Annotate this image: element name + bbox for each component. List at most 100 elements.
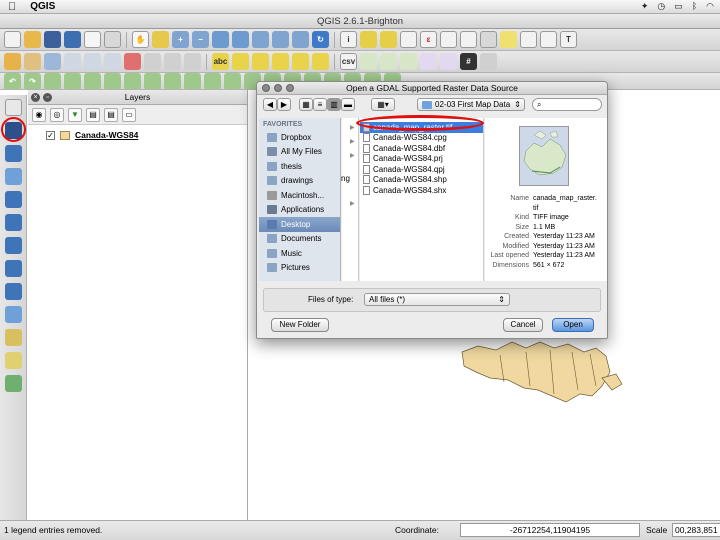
new-spatialite-layer-icon[interactable] (5, 352, 22, 369)
close-panel-icon[interactable]: × (31, 93, 40, 102)
cancel-button[interactable]: Cancel (503, 318, 543, 332)
move-label-icon[interactable] (272, 53, 289, 70)
copy-features-icon[interactable] (164, 53, 181, 70)
graphical-modeler-icon[interactable] (380, 53, 397, 70)
deselect-icon[interactable] (400, 31, 417, 48)
field-calculator-icon[interactable]: ε (420, 31, 437, 48)
sidebar-item[interactable]: All My Files (259, 145, 340, 160)
grid-plugin-icon[interactable]: # (460, 53, 477, 70)
processing-toolbox-icon[interactable] (360, 53, 377, 70)
sidebar-item[interactable]: Music (259, 246, 340, 261)
list-view-button[interactable]: ≡ (313, 98, 327, 111)
new-shapefile-layer-icon[interactable] (5, 329, 22, 346)
add-oracle-layer-icon[interactable] (5, 214, 22, 231)
file-type-select[interactable]: All files (*) ⇕ (364, 293, 510, 306)
add-delimited-text-icon[interactable]: csv (340, 53, 357, 70)
show-bookmarks-icon[interactable] (540, 31, 557, 48)
coordinate-field[interactable]: -26712254,11904195 (460, 523, 640, 537)
settings-icon[interactable] (480, 53, 497, 70)
delete-ring-icon[interactable] (124, 73, 141, 89)
add-spatialite-layer-icon[interactable] (5, 168, 22, 185)
save-as-icon[interactable] (64, 31, 81, 48)
open-project-icon[interactable] (24, 31, 41, 48)
layer-item[interactable]: ✓ Canada-WGS84 (46, 130, 138, 140)
add-wms-layer-icon[interactable] (5, 237, 22, 254)
add-mssql-layer-icon[interactable] (5, 191, 22, 208)
wifi-status-icon[interactable]: ◠ (706, 1, 714, 12)
truncated-folder-name[interactable]: ng (341, 174, 350, 183)
clock-status-icon[interactable]: ◷ (657, 1, 665, 12)
column-view-button[interactable]: ▥ (327, 98, 341, 111)
zoom-full-icon[interactable] (212, 31, 229, 48)
identify-icon[interactable]: i (340, 31, 357, 48)
add-wcs-layer-icon[interactable] (5, 260, 22, 277)
float-panel-icon[interactable]: ▫ (43, 93, 52, 102)
zoom-last-icon[interactable] (272, 31, 289, 48)
visibility-icon[interactable]: ◎ (50, 107, 64, 122)
label-tool-icon[interactable]: abc (212, 53, 229, 70)
spatial-query-icon[interactable] (420, 53, 437, 70)
expand-all-icon[interactable]: ◉ (32, 107, 46, 122)
scale-field[interactable]: 00,283,851 (672, 523, 720, 537)
file-row[interactable]: Canada-WGS84.qpj (360, 164, 483, 175)
rotate-label-icon[interactable] (292, 53, 309, 70)
close-window-icon[interactable] (262, 84, 270, 92)
back-button[interactable]: ◀ (263, 98, 277, 111)
add-gpx-layer-icon[interactable] (5, 375, 22, 392)
add-delimited-layer-icon[interactable] (5, 306, 22, 323)
arrange-menu-button[interactable]: ▦▾ (371, 98, 395, 111)
text-annotation-icon[interactable]: T (560, 31, 577, 48)
measure-icon[interactable] (480, 31, 497, 48)
simplify-feature-icon[interactable] (44, 73, 61, 89)
zoom-to-layer-icon[interactable] (232, 31, 249, 48)
change-label-icon[interactable] (312, 53, 329, 70)
sidebar-item[interactable]: Pictures (259, 261, 340, 276)
open-button[interactable]: Open (552, 318, 594, 332)
paste-features-icon[interactable] (184, 53, 201, 70)
file-row[interactable]: Canada-WGS84.shp (360, 175, 483, 186)
zoom-window-icon[interactable] (286, 84, 294, 92)
pan-map-icon[interactable]: ✋ (132, 31, 149, 48)
add-vector-layer-icon[interactable] (5, 99, 22, 116)
icon-view-button[interactable]: ▦ (299, 98, 313, 111)
remove-layer-icon[interactable]: ▭ (122, 107, 136, 122)
expand-icon[interactable]: ▤ (86, 107, 100, 122)
save-project-icon[interactable] (44, 31, 61, 48)
apple-menu-icon[interactable]:  (8, 1, 16, 13)
composer-manager-icon[interactable] (104, 31, 121, 48)
select-features-icon[interactable] (360, 31, 377, 48)
node-tool-icon[interactable] (104, 53, 121, 70)
attribute-table-icon[interactable] (440, 31, 457, 48)
delete-selected-icon[interactable] (124, 53, 141, 70)
pin-labels-icon[interactable] (232, 53, 249, 70)
sidebar-item[interactable]: thesis (259, 159, 340, 174)
dropbox-status-icon[interactable]: ✦ (641, 1, 649, 12)
zoom-out-icon[interactable]: − (192, 31, 209, 48)
search-input[interactable]: ⌕ (532, 98, 602, 111)
add-ring-icon[interactable] (64, 73, 81, 89)
add-feature-icon[interactable] (64, 53, 81, 70)
sidebar-item[interactable]: Applications (259, 203, 340, 218)
layer-name[interactable]: Canada-WGS84 (75, 130, 138, 140)
add-part-icon[interactable] (84, 73, 101, 89)
new-folder-button[interactable]: New Folder (271, 318, 329, 332)
python-console-icon[interactable] (400, 53, 417, 70)
filter-legend-icon[interactable]: ▼ (68, 107, 82, 122)
pan-to-selection-icon[interactable] (152, 31, 169, 48)
add-wfs-layer-icon[interactable] (5, 283, 22, 300)
zoom-next-icon[interactable] (292, 31, 309, 48)
statistics-icon[interactable] (460, 31, 477, 48)
toggle-editing-icon[interactable] (24, 53, 41, 70)
minimize-window-icon[interactable] (274, 84, 282, 92)
split-features-icon[interactable] (204, 73, 221, 89)
parent-folder-column[interactable]: ▶ ▶ ▶ ng ▶ (341, 118, 359, 281)
refresh-icon[interactable]: ↻ (312, 31, 329, 48)
sidebar-item[interactable]: Desktop (259, 217, 340, 232)
cut-features-icon[interactable] (144, 53, 161, 70)
zoom-to-selection-icon[interactable] (252, 31, 269, 48)
save-edits-icon[interactable] (44, 53, 61, 70)
sidebar-item[interactable]: Macintosh... (259, 188, 340, 203)
map-tips-icon[interactable] (500, 31, 517, 48)
current-edits-icon[interactable] (4, 53, 21, 70)
delete-part-icon[interactable] (144, 73, 161, 89)
